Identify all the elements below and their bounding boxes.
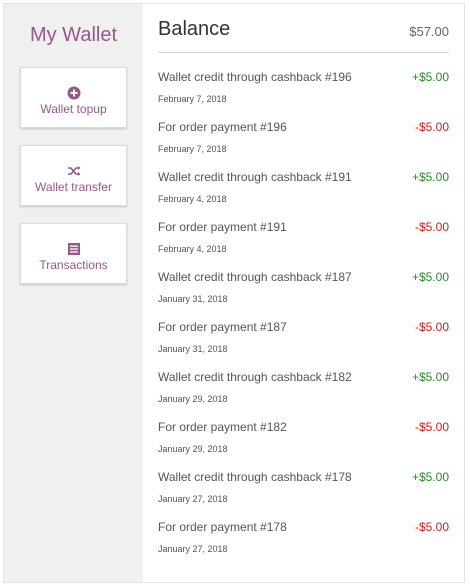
sidebar-title: My Wallet	[29, 24, 118, 46]
transaction-date: February 4, 2018	[158, 244, 227, 254]
wallet-transfer-button[interactable]: Wallet transfer	[20, 145, 127, 206]
transaction-date: January 31, 2018	[158, 344, 228, 354]
shuffle-icon	[67, 166, 80, 176]
transaction-date: January 31, 2018	[158, 294, 228, 304]
transactions-label: Transactions	[39, 258, 108, 272]
transaction-date: January 27, 2018	[158, 544, 228, 554]
transaction-row: For order payment #196 February 7, 2018 -$…	[158, 120, 449, 170]
balance-label: Balance	[158, 18, 231, 40]
wallet-topup-label: Wallet topup	[40, 102, 107, 116]
transaction-amount: -$5.00	[414, 420, 449, 434]
transaction-date: January 29, 2018	[158, 444, 228, 454]
transaction-date: February 7, 2018	[158, 94, 227, 104]
plus-circle-icon	[67, 86, 80, 100]
transaction-description: For order payment #187	[158, 320, 287, 334]
transaction-amount: -$5.00	[414, 520, 449, 534]
transaction-amount: -$5.00	[414, 120, 449, 134]
transaction-description: Wallet credit through cashback #187	[158, 270, 352, 284]
transaction-row: Wallet credit through cashback #196 Febru…	[158, 70, 449, 120]
transaction-row: Wallet credit through cashback #182 Janua…	[158, 370, 449, 420]
transaction-row: Wallet credit through cashback #187 Janua…	[158, 270, 449, 320]
transactions-button[interactable]: Transactions	[20, 223, 127, 284]
transaction-list: Wallet credit through cashback #196 Febru…	[158, 70, 449, 570]
transaction-date: February 4, 2018	[158, 194, 227, 204]
list-icon	[67, 243, 80, 255]
main-content: Balance $57.00 Wallet credit through cas…	[143, 4, 464, 582]
transaction-description: For order payment #178	[158, 520, 287, 534]
transaction-description: For order payment #182	[158, 420, 287, 434]
transaction-amount: +$5.00	[411, 270, 449, 284]
transaction-amount: -$5.00	[414, 220, 449, 234]
transaction-row: For order payment #187 January 31, 2018 -$…	[158, 320, 449, 370]
transaction-row: Wallet credit through cashback #178 Janua…	[158, 470, 449, 520]
transaction-date: January 27, 2018	[158, 494, 228, 504]
balance-header: Balance $57.00	[158, 18, 449, 53]
transaction-amount: -$5.00	[414, 320, 449, 334]
transaction-row: For order payment #178 January 27, 2018 -$…	[158, 520, 449, 570]
transaction-row: For order payment #182 January 29, 2018 -$…	[158, 420, 449, 470]
transaction-date: January 29, 2018	[158, 394, 228, 404]
transaction-row: Wallet credit through cashback #191 Febru…	[158, 170, 449, 220]
transaction-description: For order payment #196	[158, 120, 287, 134]
transaction-amount: +$5.00	[411, 170, 449, 184]
transaction-date: February 7, 2018	[158, 144, 227, 154]
sidebar: My Wallet Wallet topup Wallet transfer T…	[4, 4, 143, 582]
transaction-description: Wallet credit through cashback #178	[158, 470, 352, 484]
transaction-description: For order payment #191	[158, 220, 287, 234]
wallet-transfer-label: Wallet transfer	[35, 180, 112, 194]
wallet-topup-button[interactable]: Wallet topup	[20, 67, 127, 128]
transaction-description: Wallet credit through cashback #191	[158, 170, 352, 184]
transaction-amount: +$5.00	[411, 70, 449, 84]
transaction-description: Wallet credit through cashback #182	[158, 370, 352, 384]
transaction-row: For order payment #191 February 4, 2018 -$…	[158, 220, 449, 270]
transaction-amount: +$5.00	[411, 470, 449, 484]
transaction-amount: +$5.00	[411, 370, 449, 384]
wallet-panel: My Wallet Wallet topup Wallet transfer T…	[3, 3, 465, 583]
transaction-description: Wallet credit through cashback #196	[158, 70, 352, 84]
balance-amount: $57.00	[409, 24, 449, 39]
